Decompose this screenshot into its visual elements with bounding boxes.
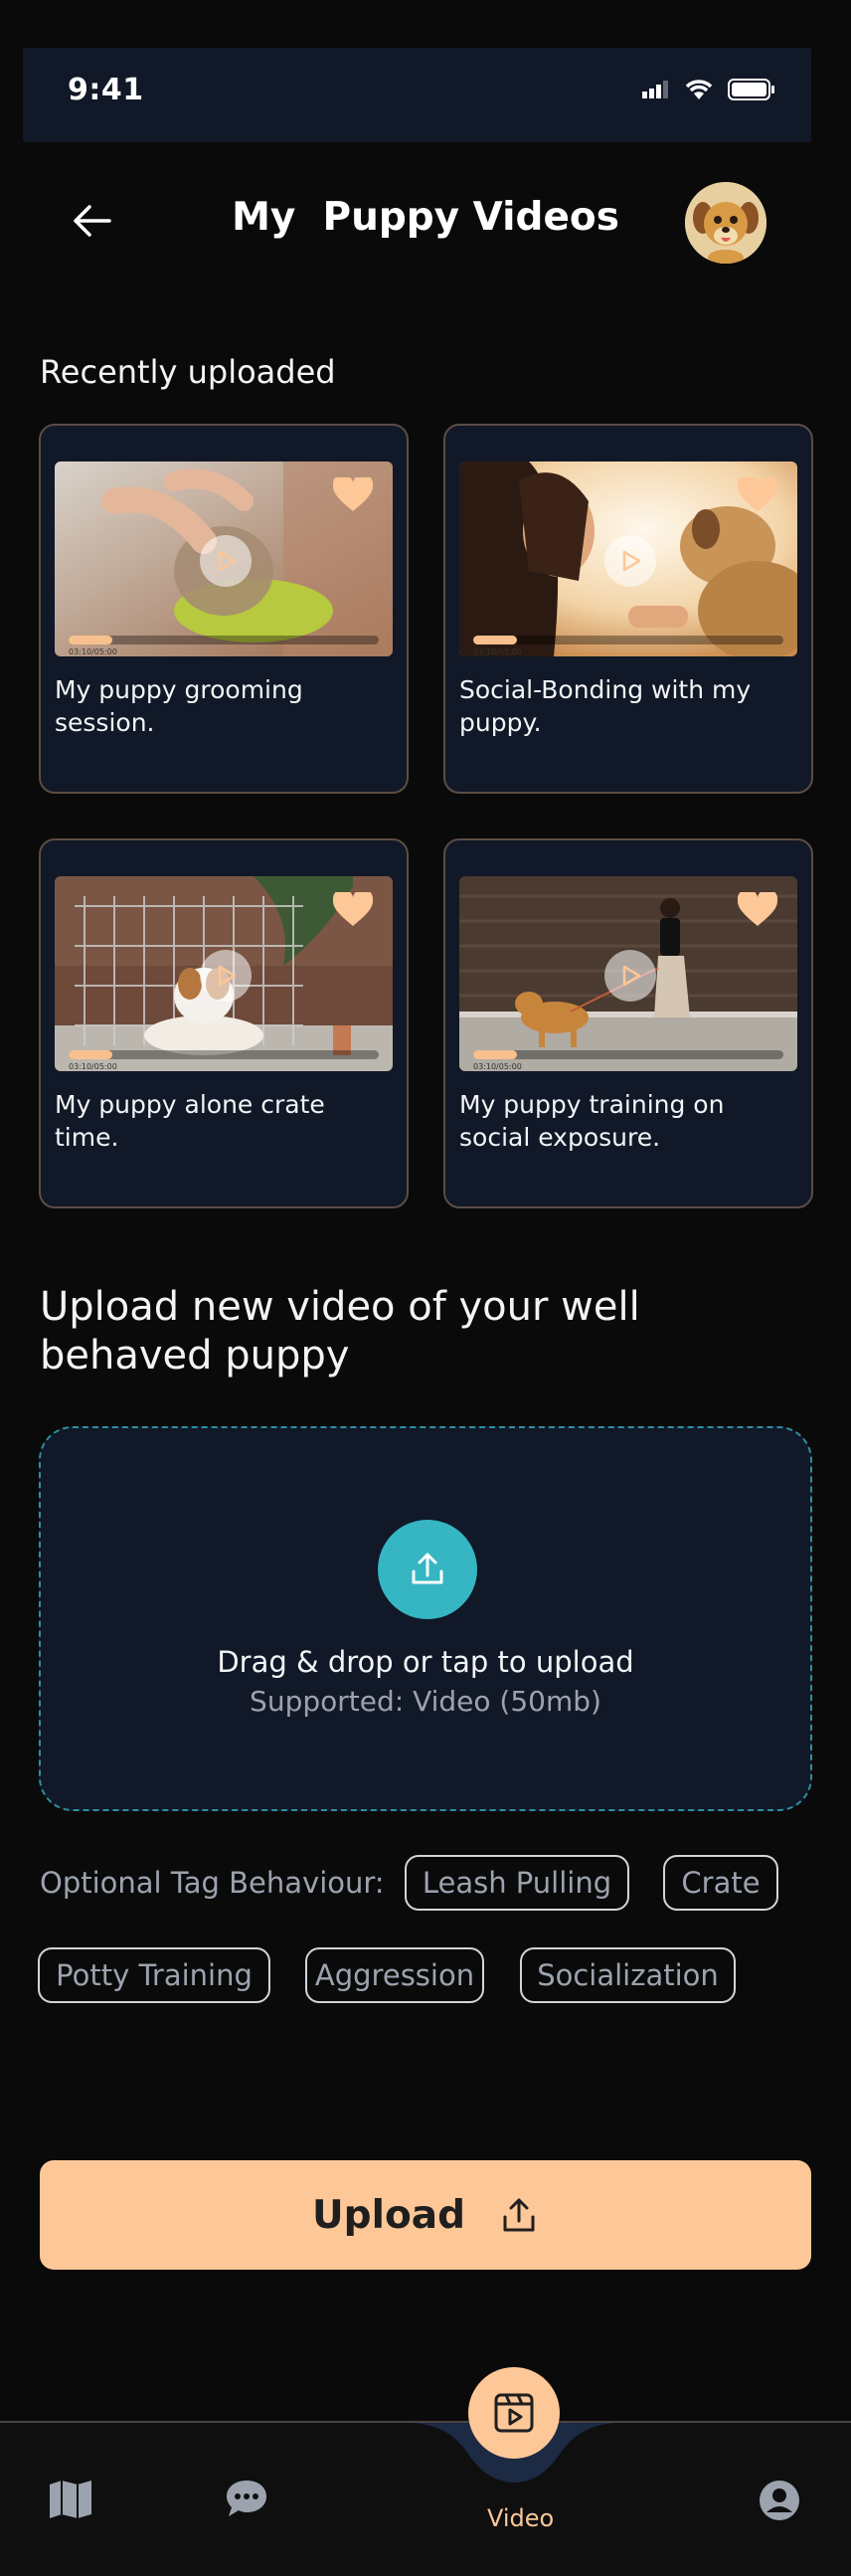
upload-heading: Upload new video of your well behaved pu… bbox=[40, 1284, 640, 1379]
video-progress-track[interactable] bbox=[69, 636, 379, 644]
video-timestamp: 03:10/05:00 bbox=[473, 1062, 522, 1071]
tag-chip-crate[interactable]: Crate bbox=[663, 1855, 778, 1911]
battery-icon bbox=[728, 79, 774, 100]
favorite-heart-icon[interactable] bbox=[333, 892, 373, 928]
video-progress-track[interactable] bbox=[473, 1050, 783, 1059]
video-progress-fill bbox=[69, 1050, 112, 1059]
video-thumbnail: 03:10/05:00 bbox=[55, 461, 393, 656]
video-thumbnail: 03:10/05:00 bbox=[55, 876, 393, 1071]
video-progress-fill bbox=[473, 1050, 517, 1059]
video-timestamp: 03:10/05:00 bbox=[69, 647, 117, 656]
video-title: My puppy training on social exposure. bbox=[459, 1090, 725, 1152]
video-timestamp: 03:10/05:00 bbox=[69, 1062, 117, 1071]
tag-chip-aggression[interactable]: Aggression bbox=[305, 1947, 484, 2003]
favorite-heart-icon[interactable] bbox=[738, 477, 777, 513]
video-title: My puppy grooming session. bbox=[55, 675, 303, 737]
video-progress-fill bbox=[69, 636, 112, 644]
profile-icon[interactable] bbox=[758, 2479, 801, 2522]
video-timestamp: 03:10/05:00 bbox=[473, 647, 522, 656]
play-icon bbox=[622, 965, 641, 987]
video-progress-fill bbox=[473, 636, 517, 644]
tag-chip-leash-pulling[interactable]: Leash Pulling bbox=[405, 1855, 629, 1911]
dropzone-supported: Supported: Video (50mb) bbox=[250, 1685, 601, 1718]
play-icon bbox=[622, 550, 641, 572]
upload-icon bbox=[412, 1553, 443, 1584]
dropzone-instruction: Drag & drop or tap to upload bbox=[217, 1645, 634, 1679]
bottom-nav: Video bbox=[0, 2421, 851, 2576]
wifi-icon bbox=[685, 80, 713, 99]
status-icons bbox=[642, 78, 775, 101]
signal-icon bbox=[642, 81, 668, 98]
video-thumbnail: 03:10/05:00 bbox=[459, 461, 797, 656]
upload-icon bbox=[503, 2198, 535, 2232]
video-card[interactable]: 03:10/05:00 Social-Bonding with my puppy… bbox=[443, 424, 813, 794]
video-thumbnail: 03:10/05:00 bbox=[459, 876, 797, 1071]
video-title: Social-Bonding with my puppy. bbox=[459, 675, 752, 737]
nav-label-video[interactable]: Video bbox=[487, 2504, 554, 2532]
video-play-icon bbox=[494, 2393, 534, 2433]
status-bar: 9:41 bbox=[23, 48, 811, 142]
favorite-heart-icon[interactable] bbox=[333, 477, 373, 513]
tag-chip-socialization[interactable]: Socialization bbox=[520, 1947, 736, 2003]
recently-uploaded-label: Recently uploaded bbox=[40, 353, 336, 391]
play-icon bbox=[218, 550, 237, 572]
video-title: My puppy alone crate time. bbox=[55, 1090, 325, 1152]
video-card[interactable]: 03:10/05:00 My puppy training on social … bbox=[443, 838, 813, 1208]
upload-dropzone[interactable]: Drag & drop or tap to upload Supported: … bbox=[39, 1426, 812, 1811]
tag-chip-potty-training[interactable]: Potty Training bbox=[38, 1947, 270, 2003]
video-progress-track[interactable] bbox=[473, 636, 783, 644]
upload-button[interactable]: Upload bbox=[40, 2160, 811, 2270]
status-time: 9:41 bbox=[68, 73, 144, 107]
play-button[interactable] bbox=[200, 535, 252, 587]
upload-circle-button[interactable] bbox=[378, 1520, 477, 1619]
play-icon bbox=[218, 965, 237, 987]
play-button[interactable] bbox=[200, 950, 252, 1002]
video-progress-track[interactable] bbox=[69, 1050, 379, 1059]
favorite-heart-icon[interactable] bbox=[738, 892, 777, 928]
video-card[interactable]: 03:10/05:00 My puppy alone crate time. bbox=[39, 838, 409, 1208]
avatar[interactable] bbox=[685, 182, 766, 264]
video-card[interactable]: 03:10/05:00 My puppy grooming session. bbox=[39, 424, 409, 794]
tag-label: Optional Tag Behaviour: bbox=[40, 1866, 385, 1900]
chat-icon[interactable] bbox=[225, 2479, 268, 2518]
upload-button-label: Upload bbox=[312, 2192, 465, 2238]
play-button[interactable] bbox=[604, 535, 656, 587]
map-icon[interactable] bbox=[48, 2479, 93, 2520]
puppy-avatar-icon bbox=[685, 182, 766, 264]
video-nav-button[interactable] bbox=[468, 2367, 560, 2459]
play-button[interactable] bbox=[604, 950, 656, 1002]
